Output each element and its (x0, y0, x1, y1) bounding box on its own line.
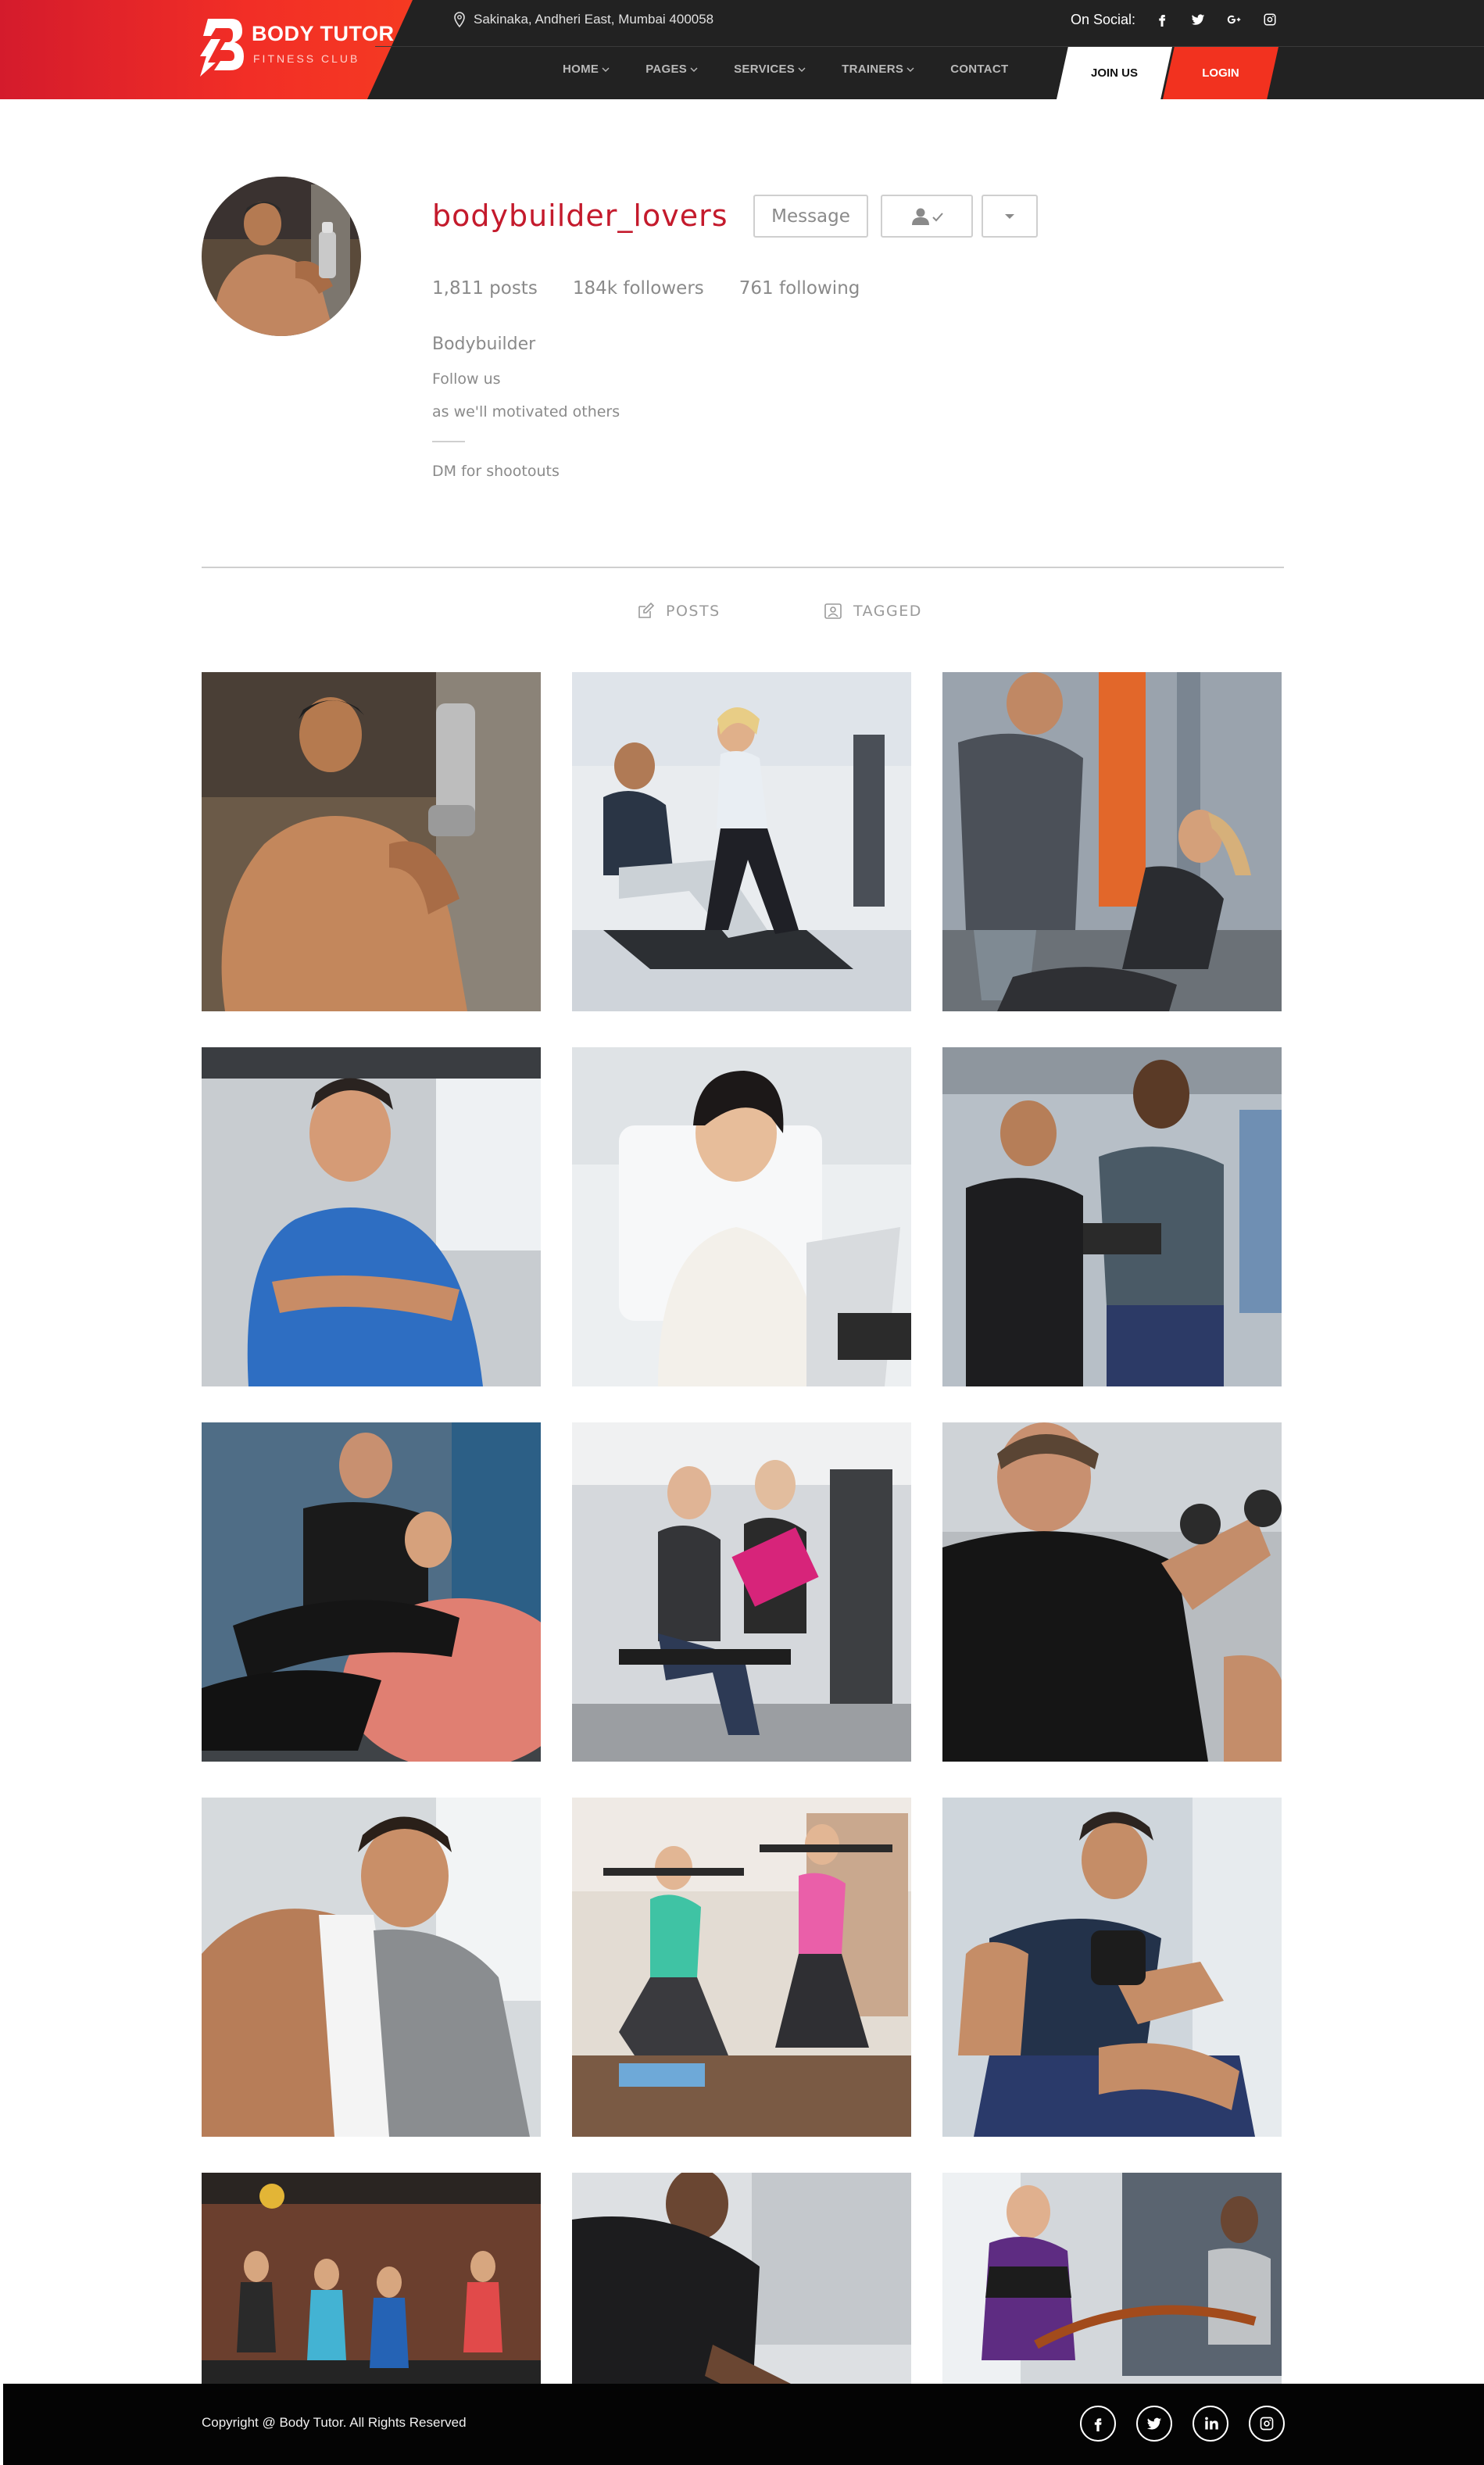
follow-button[interactable] (881, 195, 973, 238)
edit-icon (638, 602, 655, 618)
post-image (942, 1422, 1282, 1762)
site-footer: Copyright @ Body Tutor. All Rights Reser… (3, 2384, 1484, 2465)
bio-name: Bodybuilder (432, 335, 536, 354)
profile-username: bodybuilder_lovers (432, 199, 728, 233)
followers-count[interactable]: 184k followers (573, 278, 704, 299)
copyright-text: Copyright @ Body Tutor. All Rights Reser… (202, 2415, 467, 2430)
posts-count[interactable]: 1,811 posts (432, 278, 538, 299)
nav-services-label: SERVICES (734, 63, 796, 76)
post-tile[interactable] (202, 1798, 541, 2137)
login-button[interactable]: LOGIN (1163, 47, 1278, 99)
nav-pages[interactable]: PAGES (645, 63, 698, 76)
tab-tagged-label: TAGGED (853, 603, 922, 620)
tagged-user-icon (824, 603, 842, 619)
tab-tagged[interactable]: TAGGED (824, 602, 922, 621)
post-tile[interactable] (942, 1798, 1282, 2137)
chevron-down-icon (602, 67, 610, 72)
caret-down-icon (1005, 213, 1014, 219)
post-image (942, 672, 1282, 1011)
post-tile[interactable] (572, 1798, 911, 2137)
post-image (572, 1798, 911, 2137)
bio-line: as we'll motivated others (432, 403, 620, 420)
post-tile[interactable] (572, 1047, 911, 1386)
main-nav: HOME PAGES SERVICES TRAINERS CONTACT (563, 63, 1045, 76)
tab-posts-label: POSTS (666, 603, 721, 620)
post-image (942, 1047, 1282, 1386)
tab-posts[interactable]: POSTS (636, 602, 721, 621)
post-image (202, 1798, 541, 2137)
logo-icon (200, 19, 244, 77)
linkedin-icon[interactable] (1193, 2406, 1228, 2442)
map-pin-icon (454, 12, 465, 27)
post-image (572, 672, 911, 1011)
post-image (572, 1047, 911, 1386)
following-count[interactable]: 761 following (739, 278, 860, 299)
post-tile[interactable] (942, 672, 1282, 1011)
post-tile[interactable] (202, 1047, 541, 1386)
post-image (572, 1422, 911, 1762)
chevron-down-icon (906, 67, 914, 72)
brand-subtitle: FITNESS CLUB (253, 52, 360, 65)
topbar-divider (375, 46, 1484, 47)
post-tile[interactable] (572, 672, 911, 1011)
google-plus-icon[interactable] (1225, 10, 1243, 29)
facebook-icon[interactable] (1080, 2406, 1116, 2442)
chevron-down-icon (690, 67, 698, 72)
post-tile[interactable] (202, 1422, 541, 1762)
post-image (202, 672, 541, 1011)
nav-home[interactable]: HOME (563, 63, 610, 76)
post-image (202, 1047, 541, 1386)
nav-services[interactable]: SERVICES (734, 63, 806, 76)
header-social: On Social: (1071, 10, 1279, 29)
nav-contact-label: CONTACT (950, 63, 1009, 76)
post-tile[interactable] (942, 1422, 1282, 1762)
site-header: BODY TUTOR FITNESS CLUB Sakinaka, Andher… (0, 0, 1484, 99)
instagram-icon[interactable] (1249, 2406, 1285, 2442)
join-us-button[interactable]: JOIN US (1057, 47, 1172, 99)
post-image (942, 1798, 1282, 2137)
instagram-icon[interactable] (1261, 10, 1279, 29)
post-tile[interactable] (572, 1422, 911, 1762)
nav-contact[interactable]: CONTACT (950, 63, 1008, 76)
twitter-icon[interactable] (1136, 2406, 1172, 2442)
nav-home-label: HOME (563, 63, 599, 76)
chevron-down-icon (798, 67, 806, 72)
post-image (202, 1422, 541, 1762)
nav-trainers[interactable]: TRAINERS (842, 63, 914, 76)
avatar[interactable] (202, 177, 361, 336)
profile-stats: 1,811 posts 184k followers 761 following (432, 278, 895, 299)
social-label: On Social: (1070, 11, 1135, 27)
brand-title: BODY TUTOR (252, 22, 395, 45)
section-divider (202, 567, 1284, 568)
user-check-icon (912, 208, 943, 225)
post-tile[interactable] (942, 1047, 1282, 1386)
bio-line: Follow us (432, 370, 501, 388)
more-options-button[interactable] (982, 195, 1038, 238)
nav-pages-label: PAGES (645, 63, 688, 76)
facebook-icon[interactable] (1153, 10, 1171, 29)
twitter-icon[interactable] (1189, 10, 1207, 29)
post-tile[interactable] (202, 672, 541, 1011)
nav-trainers-label: TRAINERS (842, 63, 904, 76)
message-button[interactable]: Message (753, 195, 868, 238)
bio-divider (432, 441, 465, 442)
address-text: Sakinaka, Andheri East, Mumbai 400058 (474, 12, 714, 27)
bio-line: DM for shootouts (432, 463, 560, 480)
address: Sakinaka, Andheri East, Mumbai 400058 (453, 12, 713, 27)
